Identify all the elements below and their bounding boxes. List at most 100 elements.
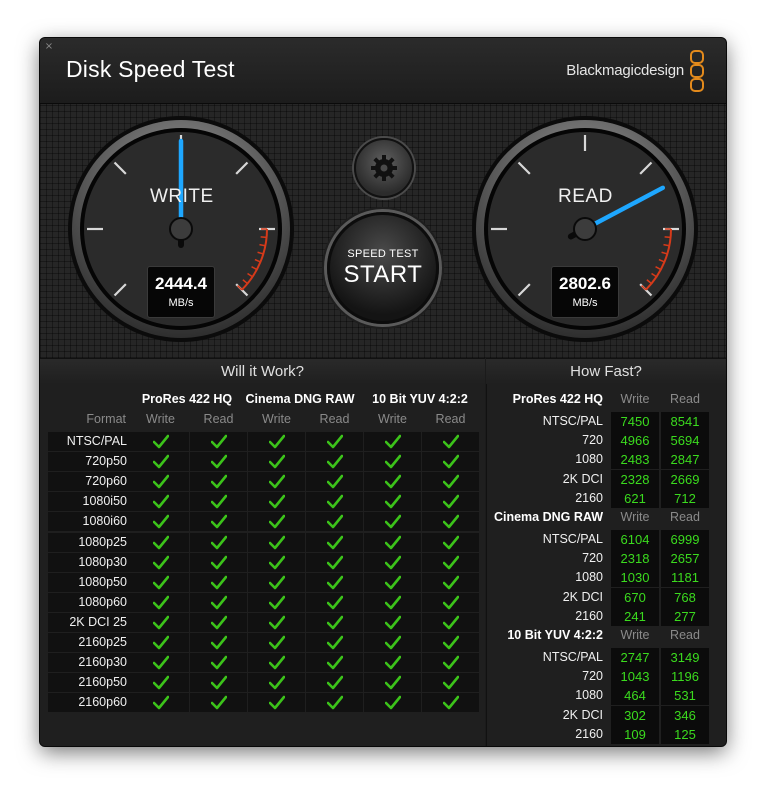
- write-speed-cell: 2328: [611, 469, 659, 489]
- compat-cell: [364, 612, 421, 632]
- write-speed-value: 2444.4: [155, 274, 207, 293]
- checkmark-icon: [384, 695, 401, 710]
- compat-cell: [248, 633, 305, 652]
- compat-cell: [422, 492, 479, 512]
- checkmark-icon: [152, 695, 169, 710]
- compat-cell: [422, 452, 479, 472]
- checkmark-icon: [384, 454, 401, 469]
- checkmark-icon: [384, 535, 401, 549]
- compat-cell: [190, 552, 247, 572]
- read-gauge-redline-tick: [664, 236, 671, 239]
- compat-cell: [364, 552, 421, 572]
- group-header-cinema-dng: Cinema DNG RAW: [245, 392, 355, 406]
- speed-row-label: 1080: [575, 688, 603, 703]
- compat-cell: [306, 653, 363, 673]
- write-speed-cell: 7450: [611, 412, 659, 431]
- compat-cell: [190, 472, 247, 492]
- checkmark-icon: [152, 615, 169, 630]
- checkmark-icon: [152, 454, 169, 469]
- checkmark-icon: [326, 675, 343, 690]
- settings-button[interactable]: [354, 138, 414, 198]
- close-button[interactable]: ×: [43, 41, 55, 52]
- compat-cell: [306, 633, 363, 652]
- checkmark-icon: [268, 555, 285, 569]
- checkmark-icon: [326, 595, 343, 610]
- start-button-subtitle: SPEED TEST: [347, 248, 419, 260]
- brand-name: Blackmagicdesign: [566, 62, 684, 79]
- checkmark-icon: [442, 575, 459, 589]
- format-column-header: Format: [86, 412, 126, 426]
- compat-cell: [132, 653, 189, 673]
- compat-cell: [364, 653, 421, 673]
- read-speed-cell: 346: [661, 705, 709, 725]
- checkmark-icon: [326, 655, 343, 670]
- compat-cell: [422, 572, 479, 592]
- checkmark-icon: [384, 615, 401, 630]
- compat-cell: [364, 572, 421, 592]
- checkmark-icon: [384, 474, 401, 489]
- compat-cell: [248, 492, 305, 512]
- read-speed-cell: 125: [661, 724, 709, 744]
- format-label: NTSC/PAL: [48, 432, 132, 451]
- compat-cell: [190, 693, 247, 713]
- compat-cell: [422, 612, 479, 632]
- checkmark-icon: [442, 454, 459, 469]
- compat-cell: [364, 532, 421, 552]
- checkmark-icon: [326, 535, 343, 549]
- read-speed-cell: 1196: [661, 667, 709, 687]
- speed-read-header: Read: [670, 510, 700, 524]
- checkmark-icon: [384, 555, 401, 569]
- will-it-work-panel: ProRes 422 HQ Cinema DNG RAW 10 Bit YUV …: [40, 384, 485, 746]
- blackmagic-logo-icon: [690, 50, 704, 92]
- app-window: × Disk Speed Test Blackmagicdesign WRITE…: [40, 38, 726, 746]
- checkmark-icon: [152, 515, 169, 529]
- group-header-yuv: 10 Bit YUV 4:2:2: [372, 392, 468, 406]
- checkmark-icon: [442, 474, 459, 489]
- compat-cell: [364, 472, 421, 492]
- write-gauge: WRITE 2444.4 MB/s: [66, 114, 296, 349]
- read-speed-cell: 712: [661, 488, 709, 508]
- compat-cell: [306, 673, 363, 693]
- compat-cell: [422, 673, 479, 693]
- write-speed-cell: 302: [611, 705, 659, 725]
- compat-cell: [248, 472, 305, 492]
- write-speed-cell: 241: [611, 606, 659, 626]
- checkmark-icon: [210, 434, 227, 449]
- dng-write-header: Write: [262, 412, 291, 426]
- write-speed-cell: 109: [611, 724, 659, 744]
- read-speed-cell: 8541: [661, 412, 709, 431]
- speed-write-header: Write: [620, 392, 650, 406]
- checkmark-icon: [326, 494, 343, 509]
- compat-cell: [190, 612, 247, 632]
- checkmark-icon: [268, 695, 285, 710]
- yuv-read-header: Read: [435, 412, 466, 426]
- prores-read-header: Read: [203, 412, 234, 426]
- speed-row-label: 2160: [575, 726, 603, 741]
- checkmark-icon: [442, 675, 459, 690]
- speed-row-label: 720: [582, 551, 603, 566]
- compat-cell: [248, 572, 305, 592]
- format-label: 1080p30: [48, 552, 132, 572]
- read-speed-cell: 5694: [661, 431, 709, 451]
- checkmark-icon: [152, 675, 169, 690]
- checkmark-icon: [442, 615, 459, 630]
- compat-cell: [422, 512, 479, 532]
- read-speed-cell: 2669: [661, 469, 709, 489]
- compat-cell: [132, 432, 189, 451]
- compat-cell: [132, 492, 189, 512]
- write-speed-readout: 2444.4 MB/s: [147, 266, 215, 318]
- start-button[interactable]: SPEED TEST START: [327, 212, 439, 324]
- read-speed-cell: 6999: [661, 530, 709, 549]
- checkmark-icon: [326, 515, 343, 529]
- checkmark-icon: [326, 474, 343, 489]
- compat-cell: [422, 653, 479, 673]
- checkmark-icon: [326, 555, 343, 569]
- checkmark-icon: [326, 635, 343, 650]
- checkmark-icon: [384, 635, 401, 650]
- checkmark-icon: [268, 635, 285, 650]
- compat-cell: [248, 693, 305, 713]
- compat-cell: [248, 612, 305, 632]
- compat-cell: [248, 512, 305, 532]
- read-speed-value: 2802.6: [559, 274, 611, 293]
- write-speed-cell: 2318: [611, 549, 659, 569]
